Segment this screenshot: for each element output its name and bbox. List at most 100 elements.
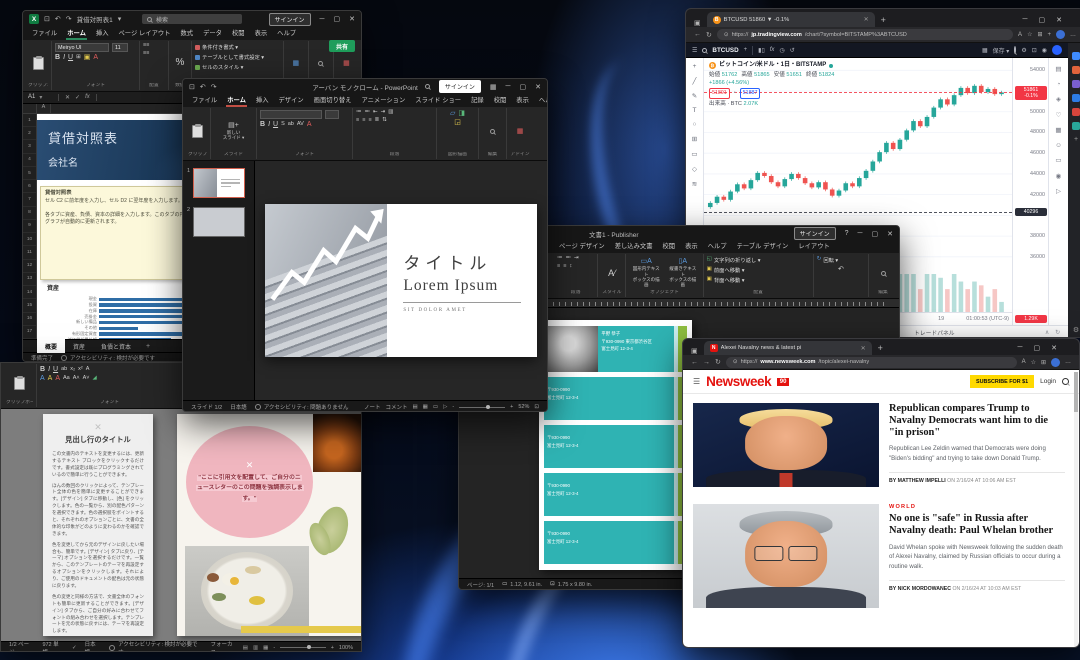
text-direction-icon[interactable]: ⇅ bbox=[382, 118, 387, 124]
row-header[interactable]: 16 bbox=[23, 313, 36, 326]
italic-icon[interactable]: I bbox=[268, 121, 270, 128]
border-icon[interactable]: ⊞ bbox=[76, 55, 81, 61]
sheet-tab-liabilities[interactable]: 負債と資本 bbox=[93, 339, 139, 353]
format-as-table-button[interactable]: テーブルとして書式設定 ▾ bbox=[195, 53, 280, 61]
ribbon-tab[interactable]: 表示 bbox=[680, 239, 703, 253]
favorite-icon[interactable]: ☆ bbox=[1027, 31, 1032, 38]
add-symbol-icon[interactable]: + bbox=[744, 47, 748, 53]
ribbon-tab[interactable]: ページ デザイン bbox=[554, 239, 610, 253]
refresh-icon[interactable]: ↻ bbox=[706, 31, 712, 39]
back-icon[interactable]: ← bbox=[691, 359, 698, 366]
zoom-slider[interactable] bbox=[459, 407, 505, 408]
rotate-button[interactable]: ↻回転 ▾ bbox=[817, 256, 865, 264]
align-center-icon[interactable]: ≡ bbox=[362, 118, 365, 124]
strikethrough-icon[interactable]: ab bbox=[288, 122, 294, 128]
row-header[interactable]: 17 bbox=[23, 326, 36, 339]
ribbon-tab[interactable]: ヘルプ bbox=[272, 26, 301, 40]
author-name[interactable]: NICK MORDOWANEC bbox=[898, 586, 951, 592]
ribbon-tab[interactable]: テーブル デザイン bbox=[732, 239, 794, 253]
community-icon[interactable]: ☺ bbox=[1055, 142, 1062, 149]
projection-tool-icon[interactable]: ⊞ bbox=[692, 135, 697, 143]
bullets-icon[interactable]: ≔ bbox=[557, 256, 563, 262]
align-left-icon[interactable]: ≡ bbox=[557, 264, 560, 270]
refresh-panel-icon[interactable]: ↻ bbox=[1055, 330, 1060, 336]
column-header[interactable]: A bbox=[37, 104, 51, 113]
new-sheet-button[interactable]: + bbox=[146, 343, 150, 350]
more-menu-icon[interactable]: … bbox=[1070, 32, 1076, 38]
business-card[interactable]: 平野 恭子 〒930-0990 東京都渋谷区 富士見町 12-3-4 bbox=[544, 326, 687, 372]
bid-price[interactable]: 51891 bbox=[709, 88, 730, 98]
quick-styles-icon[interactable]: ◲ bbox=[454, 119, 461, 126]
trump-photo[interactable] bbox=[693, 403, 879, 487]
browser-tab[interactable]: N Alexei Navalny news & latest pi ✕ bbox=[704, 341, 872, 355]
zoom-out-button[interactable]: - bbox=[452, 404, 454, 410]
symbol-search-button[interactable]: BTCUSD bbox=[712, 47, 738, 54]
powerpoint-window[interactable]: ⊡ ↶ ↷ アーバン モノクローム - PowerPoint サインイン ▦ ─… bbox=[182, 78, 548, 412]
ribbon-tab[interactable]: 挿入 bbox=[91, 26, 114, 40]
paste-icon[interactable] bbox=[33, 57, 44, 70]
line-spacing-icon[interactable]: ↕ bbox=[569, 264, 572, 270]
reading-view-icon[interactable]: ▭ bbox=[433, 404, 438, 410]
sidebar-app-icon[interactable] bbox=[1072, 80, 1080, 88]
addins-icon[interactable]: ▦ bbox=[343, 60, 350, 67]
url-field[interactable]: ⊙ https://jp.tradingview.com/chart/?symb… bbox=[717, 29, 1013, 40]
underline-icon[interactable]: U bbox=[68, 54, 73, 61]
zoom-level[interactable]: 100% bbox=[339, 645, 353, 651]
add-sidebar-app-icon[interactable]: + bbox=[1074, 136, 1078, 143]
ribbon-tab[interactable]: デザイン bbox=[273, 93, 308, 107]
pull-quote-circle[interactable]: ✕ "ここに引用文を配置して、ご自分のニュースレターのこの問題を強調表示します。… bbox=[186, 426, 313, 538]
more-menu-icon[interactable]: … bbox=[1065, 359, 1071, 365]
ribbon-tab[interactable]: 校閲 bbox=[227, 26, 250, 40]
addins-icon[interactable]: ▦ bbox=[517, 128, 524, 135]
font-color-icon[interactable]: A bbox=[40, 375, 45, 382]
row-header[interactable]: 7 bbox=[23, 193, 36, 206]
favorite-icon[interactable]: ☆ bbox=[1031, 359, 1036, 366]
settings-icon[interactable]: ⚙ bbox=[1021, 47, 1026, 54]
zoom-out-button[interactable]: - bbox=[273, 645, 275, 651]
char-spacing-icon[interactable]: AV bbox=[297, 122, 304, 128]
insert-function-icon[interactable]: fx bbox=[85, 94, 90, 101]
row-header[interactable]: 5 bbox=[23, 167, 36, 180]
language-indicator[interactable]: 日本語 bbox=[230, 403, 247, 411]
whelan-photo[interactable] bbox=[693, 504, 879, 608]
annotation-tool-icon[interactable]: ✎ bbox=[692, 92, 697, 100]
slide-subtitle[interactable]: Lorem Ipsum bbox=[403, 277, 521, 303]
save-icon[interactable]: ⊡ bbox=[44, 15, 50, 23]
fit-slide-icon[interactable]: ⊡ bbox=[534, 404, 539, 410]
close-button[interactable]: ✕ bbox=[349, 15, 355, 23]
calendar-icon[interactable]: ▦ bbox=[1055, 126, 1061, 134]
business-card[interactable]: 〒930-0990 富士見町 12-3-4 bbox=[544, 377, 687, 420]
find-select-icon[interactable] bbox=[318, 61, 323, 66]
split-screen-icon[interactable]: ⊞ bbox=[1037, 31, 1042, 38]
symbol-search-icon[interactable] bbox=[702, 48, 707, 53]
symbol-title[interactable]: ビットコイン/米ドル・1日・BITSTAMP bbox=[719, 61, 826, 71]
draw-vertical-textbox-button[interactable]: ▯A縦書きテキスト ボックスの描画 bbox=[666, 258, 700, 288]
bold-icon[interactable]: B bbox=[40, 366, 45, 373]
slide-title[interactable]: タイトル bbox=[403, 249, 521, 274]
numbering-icon[interactable]: ≕ bbox=[365, 110, 371, 116]
sidebar-app-icon[interactable] bbox=[1072, 122, 1080, 130]
undo-icon[interactable]: ↶ bbox=[55, 15, 61, 23]
align-center-icon[interactable]: ≡≡ bbox=[143, 51, 165, 57]
align-left-icon[interactable]: ≡ bbox=[356, 118, 359, 124]
word-page-2[interactable]: ✕ "ここに引用文を配置して、ご自分のニュースレターのこの問題を強調表示します。… bbox=[177, 414, 361, 636]
row-header[interactable]: 4 bbox=[23, 154, 36, 167]
candle-style-icon[interactable]: ▮▯ bbox=[758, 47, 765, 54]
article-2[interactable]: WORLD No one is "safe" in Russia after N… bbox=[693, 504, 1065, 608]
close-button[interactable]: ✕ bbox=[1056, 16, 1062, 24]
author-name[interactable]: MATTHEW IMPELLI bbox=[898, 478, 946, 484]
columns-icon[interactable]: ▥ bbox=[388, 110, 393, 116]
browser-profile-icon[interactable] bbox=[1051, 358, 1060, 367]
close-button[interactable]: ✕ bbox=[887, 230, 893, 238]
replay-icon[interactable]: ↺ bbox=[790, 47, 795, 54]
read-aloud-icon[interactable]: A bbox=[1022, 359, 1026, 365]
notifications-icon[interactable]: ◉ bbox=[1056, 172, 1062, 180]
indent-icon[interactable]: ⇤ bbox=[373, 110, 378, 116]
redo-icon[interactable]: ↷ bbox=[211, 83, 217, 91]
word-page-1[interactable]: ✕ 見出し行のタイトル この文書内のテキストを変更するには、更新するテキスト ブ… bbox=[43, 414, 153, 636]
underline-icon[interactable]: U bbox=[273, 121, 278, 128]
ribbon-tab[interactable]: アニメーション bbox=[356, 93, 410, 107]
confirm-entry-icon[interactable]: ✓ bbox=[75, 94, 80, 101]
business-card[interactable]: 〒930-0990 富士見町 12-3-4 bbox=[544, 521, 687, 564]
trendline-tool-icon[interactable]: ╱ bbox=[693, 77, 697, 85]
